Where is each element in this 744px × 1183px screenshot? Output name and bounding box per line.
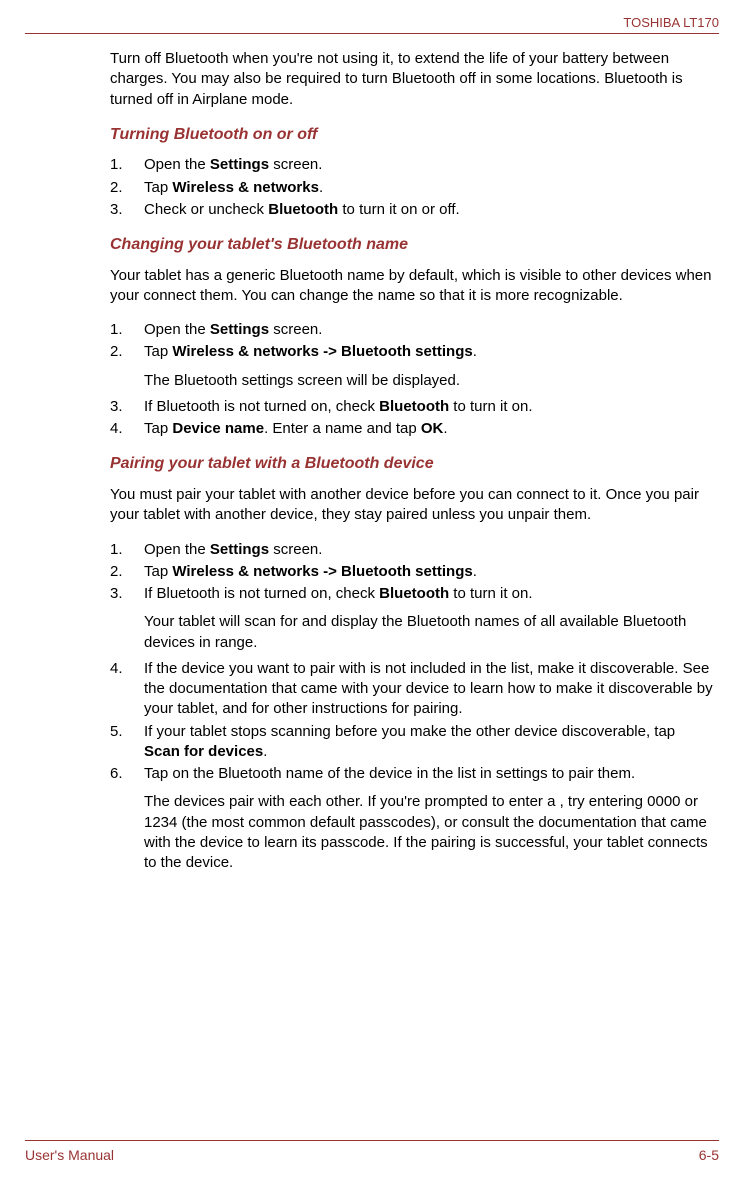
list-item: Tap on the Bluetooth name of the device … [110,764,714,873]
list-item: If Bluetooth is not turned on, check Blu… [110,584,714,653]
list-item: If the device you want to pair with is n… [110,659,714,720]
list-item-extra: The devices pair with each other. If you… [144,792,714,873]
section1-heading: Turning Bluetooth on or off [110,124,714,146]
section2-list: Open the Settings screen. Tap Wireless &… [110,320,714,439]
footer-left: User's Manual [25,1147,114,1163]
list-item: Tap Wireless & networks -> Bluetooth set… [110,342,714,391]
list-item: Tap Device name. Enter a name and tap OK… [110,419,714,439]
list-item-extra: Your tablet will scan for and display th… [144,612,714,653]
intro-paragraph: Turn off Bluetooth when you're not using… [110,49,714,110]
list-item: Tap Wireless & networks -> Bluetooth set… [110,562,714,582]
list-item: If Bluetooth is not turned on, check Blu… [110,397,714,417]
list-item: If your tablet stops scanning before you… [110,722,714,763]
list-item: Open the Settings screen. [110,320,714,340]
page-header: TOSHIBA LT170 [25,15,719,34]
section2-intro: Your tablet has a generic Bluetooth name… [110,266,714,307]
product-name: TOSHIBA LT170 [623,15,719,30]
section2-heading: Changing your tablet's Bluetooth name [110,234,714,256]
list-item: Open the Settings screen. [110,540,714,560]
footer-right: 6-5 [699,1147,719,1163]
page-content: Turn off Bluetooth when you're not using… [25,49,719,873]
section3-intro: You must pair your tablet with another d… [110,485,714,526]
page-footer: User's Manual 6-5 [25,1140,719,1163]
list-item: Check or uncheck Bluetooth to turn it on… [110,200,714,220]
section1-list: Open the Settings screen. Tap Wireless &… [110,155,714,220]
section3-heading: Pairing your tablet with a Bluetooth dev… [110,453,714,475]
list-item: Tap Wireless & networks. [110,178,714,198]
section3-list: Open the Settings screen. Tap Wireless &… [110,540,714,874]
list-item-extra: The Bluetooth settings screen will be di… [144,371,714,391]
list-item: Open the Settings screen. [110,155,714,175]
